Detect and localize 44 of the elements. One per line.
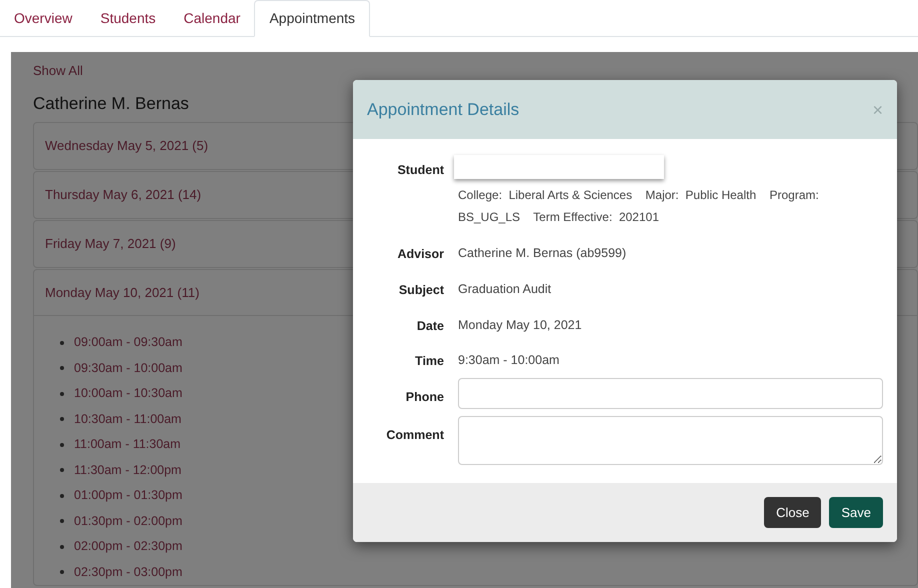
bullet-icon	[60, 442, 64, 447]
bullet-icon	[60, 340, 64, 345]
time-slot-link[interactable]: 10:30am - 11:00am	[74, 410, 182, 429]
comment-field[interactable]	[458, 416, 883, 465]
tab[interactable]: Students	[88, 0, 168, 36]
field-value: 9:30am - 10:00am	[458, 352, 560, 370]
field-label: Time	[414, 353, 444, 370]
field-label: Date	[416, 318, 444, 334]
tab[interactable]: Overview	[2, 0, 84, 36]
close-button[interactable]: Close	[764, 497, 822, 528]
bullet-icon	[60, 366, 64, 370]
save-button[interactable]: Save	[829, 497, 883, 528]
bullet-icon	[60, 544, 64, 549]
student-field[interactable]	[454, 155, 664, 179]
field-label: Subject	[398, 282, 444, 299]
field-label: Student	[396, 162, 444, 179]
field-value: Monday May 10, 2021	[458, 316, 582, 334]
tab[interactable]: Calendar	[172, 0, 252, 36]
tab[interactable]: Appointments	[254, 0, 370, 37]
student-info: College: Liberal Arts & Sciences Major: Public Health Program: BS_UG_LS Term Effective: 202101	[458, 187, 820, 226]
time-slot-link[interactable]: 10:00am - 10:30am	[74, 384, 182, 404]
show-all-link[interactable]: Show All	[33, 61, 83, 80]
advisor-heading: Catherine M. Bernas	[33, 92, 189, 114]
time-slot-link[interactable]: 02:30pm - 03:00pm	[74, 562, 182, 582]
field-label: Advisor	[396, 246, 444, 263]
time-slot-link[interactable]: 11:30am - 12:00pm	[74, 460, 182, 480]
time-slot-link[interactable]: 09:30am - 10:00am	[74, 358, 182, 378]
time-slot-link[interactable]: 01:30pm - 02:00pm	[74, 512, 182, 531]
bullet-icon	[60, 570, 64, 574]
phone-field[interactable]	[458, 378, 883, 409]
bullet-icon	[60, 519, 64, 524]
dialog-title: Appointment Details	[367, 98, 520, 121]
time-slot-link[interactable]: 11:00am - 11:30am	[74, 435, 181, 454]
field-value: Graduation Audit	[458, 280, 552, 298]
field-label: Phone	[404, 389, 444, 406]
time-slot-link[interactable]: 09:00am - 09:30am	[74, 333, 182, 352]
field-value: Catherine M. Bernas (ab9599)	[458, 245, 626, 262]
field-label: Comment	[385, 427, 444, 444]
bullet-icon	[60, 392, 64, 396]
bullet-icon	[60, 468, 64, 472]
bullet-icon	[60, 417, 64, 422]
time-slot-link[interactable]: 01:00pm - 01:30pm	[74, 486, 182, 506]
time-slot-link[interactable]: 02:00pm - 02:30pm	[74, 537, 182, 556]
bullet-icon	[60, 494, 64, 498]
